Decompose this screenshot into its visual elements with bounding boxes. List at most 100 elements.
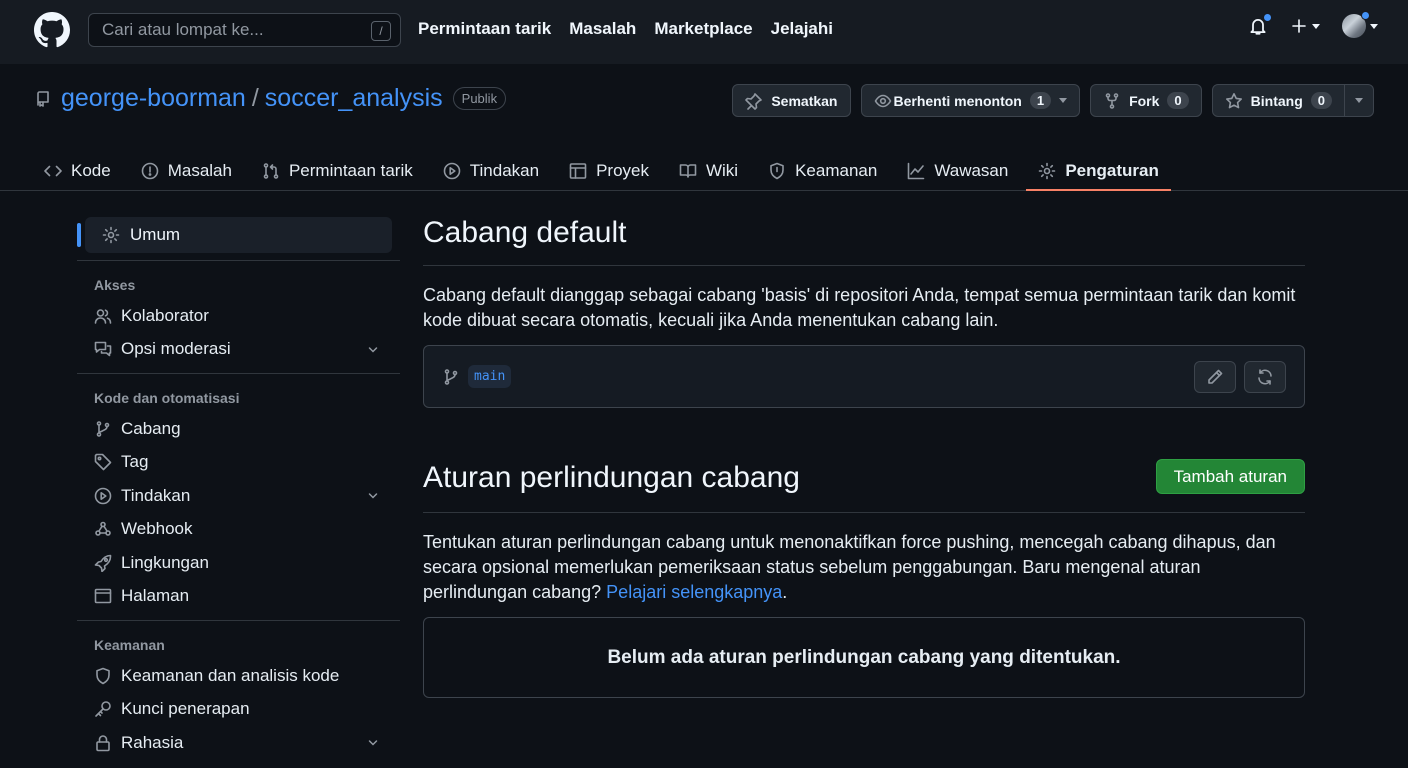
chevron-down-icon: [1059, 98, 1068, 103]
github-logo-icon[interactable]: [34, 12, 70, 48]
empty-rules-box: Belum ada aturan perlindungan cabang yan…: [423, 617, 1305, 698]
search-placeholder: Cari atau lompat ke...: [102, 20, 264, 39]
tab-issues[interactable]: Masalah: [141, 152, 232, 190]
sidebar-heading-code-automation: Kode dan otomatisasi: [94, 390, 240, 406]
sidebar-item-label: Tindakan: [121, 485, 191, 505]
fork-label: Fork: [1129, 92, 1160, 109]
sidebar-item-actions[interactable]: Tindakan: [77, 479, 400, 513]
nav-pull-requests[interactable]: Permintaan tarik: [418, 19, 551, 39]
table-icon: [569, 163, 587, 179]
star-label: Bintang: [1250, 92, 1303, 109]
sidebar-item-branches[interactable]: Cabang: [77, 412, 400, 446]
chevron-down-icon: [368, 346, 378, 353]
tab-insights[interactable]: Wawasan: [907, 152, 1008, 190]
chevron-down-icon: [1355, 98, 1363, 103]
protection-rules-description: Tentukan aturan perlindungan cabang untu…: [423, 530, 1305, 605]
sidebar-item-label: Opsi moderasi: [121, 339, 231, 359]
gear-icon: [102, 226, 120, 244]
star-icon: [1225, 92, 1242, 108]
star-count: 0: [1310, 92, 1332, 109]
sidebar-item-pages[interactable]: Halaman: [77, 580, 400, 614]
sidebar-item-label: Tag: [121, 452, 149, 472]
switch-branch-button[interactable]: [1244, 361, 1286, 393]
header-actions: [1248, 11, 1378, 38]
default-branch-title: Cabang default: [423, 216, 627, 249]
shield-icon: [770, 162, 784, 180]
sidebar-item-tags[interactable]: Tag: [77, 446, 400, 480]
tab-pull-requests[interactable]: Permintaan tarik: [262, 152, 413, 190]
git-branch-icon: [444, 368, 458, 385]
shield-icon: [96, 667, 110, 685]
star-list-dropdown[interactable]: [1345, 84, 1374, 117]
browser-icon: [94, 588, 112, 604]
tab-wiki[interactable]: Wiki: [679, 152, 738, 190]
pull-request-icon: [263, 163, 279, 179]
tab-settings[interactable]: Pengaturan: [1026, 152, 1171, 191]
tag-icon: [94, 453, 112, 471]
tab-insights-label: Wawasan: [934, 161, 1009, 180]
learn-more-link[interactable]: Pelajari selengkapnya: [606, 582, 782, 602]
sidebar-divider: [77, 260, 400, 261]
people-icon: [94, 308, 112, 324]
issue-icon: [141, 162, 159, 180]
sidebar-item-moderation[interactable]: Opsi moderasi: [77, 333, 400, 367]
tab-pull-requests-label: Permintaan tarik: [288, 161, 413, 180]
tab-code-label: Kode: [71, 161, 111, 180]
tab-actions[interactable]: Tindakan: [443, 152, 539, 190]
tab-settings-label: Pengaturan: [1065, 161, 1159, 180]
tab-wiki-label: Wiki: [705, 161, 739, 180]
watch-button[interactable]: Berhenti menonton 1: [860, 84, 1081, 117]
eye-icon: [874, 94, 891, 107]
repo-actions: Sematkan Berhenti menonton 1 Fork 0 Bint…: [732, 84, 1374, 117]
notifications-button[interactable]: [1248, 13, 1272, 36]
gear-icon: [1039, 162, 1056, 180]
repo-owner-link[interactable]: george-boorman: [61, 84, 246, 113]
settings-main: Cabang default Cabang default dianggap s…: [423, 215, 1305, 698]
nav-explore[interactable]: Jelajahi: [771, 19, 833, 39]
add-rule-button[interactable]: Tambah aturan: [1155, 459, 1305, 494]
nav-issues[interactable]: Masalah: [569, 19, 636, 39]
protection-rules-text: Tentukan aturan perlindungan cabang untu…: [423, 532, 1276, 602]
status-indicator: [1361, 11, 1370, 20]
sidebar-item-webhooks[interactable]: Webhook: [77, 513, 400, 547]
repo-name-link[interactable]: soccer_analysis: [265, 84, 443, 113]
sidebar-item-label: Keamanan dan analisis kode: [121, 665, 340, 685]
fork-button[interactable]: Fork 0: [1090, 84, 1202, 117]
repo-separator: /: [251, 84, 259, 112]
section-divider: [423, 512, 1305, 513]
sidebar-item-environments[interactable]: Lingkungan: [77, 546, 400, 580]
tab-projects[interactable]: Proyek: [569, 152, 649, 190]
sidebar-item-label: Kolaborator: [121, 305, 209, 325]
nav-marketplace[interactable]: Marketplace: [654, 19, 752, 39]
tab-code[interactable]: Kode: [44, 152, 111, 190]
repo-tabs: Kode Masalah Permintaan tarik Tindakan P…: [44, 152, 1189, 191]
settings-sidebar: Umum Akses Kolaborator Opsi moderasi Kod…: [77, 217, 400, 760]
key-icon: [95, 701, 111, 718]
create-new-button[interactable]: [1290, 17, 1320, 35]
graph-icon: [908, 162, 925, 180]
watch-label: Berhenti menonton: [893, 92, 1022, 109]
git-branch-icon: [96, 420, 110, 437]
tab-security[interactable]: Keamanan: [768, 152, 877, 190]
sidebar-item-label: Umum: [130, 225, 181, 244]
rocket-icon: [94, 554, 112, 572]
pin-label: Sematkan: [771, 92, 838, 109]
global-header: Cari atau lompat ke... / Permintaan tari…: [0, 0, 1408, 64]
fork-count: 0: [1167, 92, 1189, 109]
sidebar-item-general[interactable]: Umum: [77, 217, 392, 253]
sidebar-item-deploy-keys[interactable]: Kunci penerapan: [77, 693, 400, 727]
rename-branch-button[interactable]: [1194, 361, 1236, 393]
lock-icon: [96, 734, 110, 752]
sidebar-item-secrets[interactable]: Rahasia: [77, 726, 400, 760]
sidebar-item-code-security[interactable]: Keamanan dan analisis kode: [77, 659, 400, 693]
pencil-icon: [1208, 369, 1223, 384]
search-input[interactable]: Cari atau lompat ke... /: [88, 13, 401, 47]
pin-button[interactable]: Sematkan: [732, 84, 851, 117]
empty-rules-message: Belum ada aturan perlindungan cabang yan…: [607, 646, 1121, 668]
sidebar-heading-security: Keamanan: [94, 637, 165, 653]
user-menu-button[interactable]: [1342, 11, 1378, 38]
play-icon: [94, 487, 112, 505]
chevron-down-icon: [1370, 23, 1378, 29]
sidebar-item-collaborators[interactable]: Kolaborator: [77, 299, 400, 333]
star-button[interactable]: Bintang 0: [1211, 84, 1345, 117]
